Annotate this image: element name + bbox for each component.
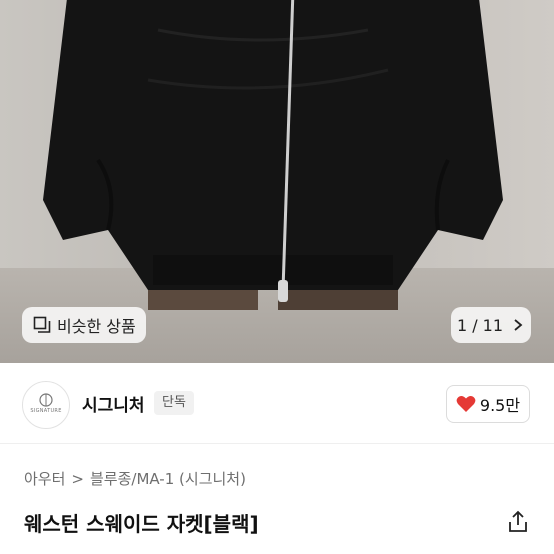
share-icon[interactable] [506,510,530,534]
store-name[interactable]: 시그니처 [82,391,145,416]
like-button[interactable]: 9.5만 [446,385,530,423]
divider [0,443,554,444]
image-counter-text: 1 / 11 [456,315,504,335]
breadcrumb-item-blouson[interactable]: 블루종/MA-1 (시그니처) [90,468,246,489]
like-count: 9.5만 [479,396,521,415]
exclusive-badge: 단독 [154,391,194,415]
similar-items-label: 비슷한 상품 [57,317,136,336]
breadcrumb-separator: > [71,469,84,488]
chevron-right-icon [514,319,523,331]
similar-items-icon [33,316,51,333]
breadcrumb-item-outer[interactable]: 아우터 [24,468,65,489]
heart-icon [456,396,476,412]
jacket-illustration [43,0,503,310]
product-image[interactable]: 비슷한 상품 1 / 11 [0,0,554,363]
product-title: 웨스턴 스웨이드 자켓[블랙] [24,512,259,536]
store-logo-text: SIGNATURE [30,408,62,414]
store-row: SIGNATURE 시그니처 단독 9.5만 [0,363,554,443]
image-counter-button[interactable]: 1 / 11 [451,307,531,343]
breadcrumb: 아우터 > 블루종/MA-1 (시그니처) [24,468,246,489]
store-logo[interactable]: SIGNATURE [22,381,70,429]
similar-items-button[interactable]: 비슷한 상품 [22,307,146,343]
